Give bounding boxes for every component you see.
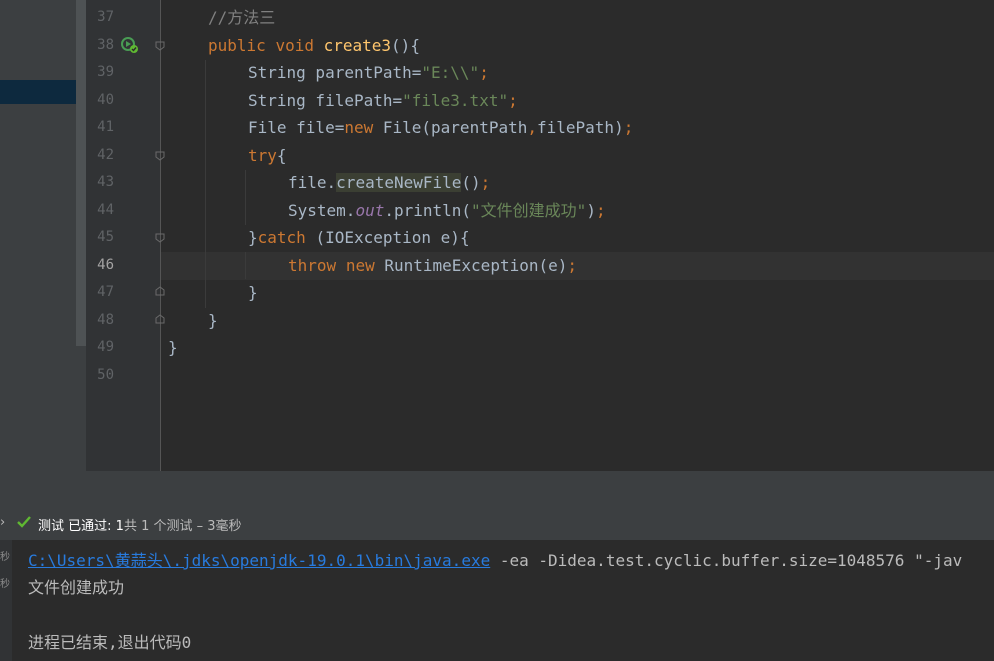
fold-collapse-icon[interactable] <box>155 41 165 51</box>
line-number: 40 <box>97 92 114 108</box>
line-number: 44 <box>97 202 114 218</box>
java-exe-link[interactable]: C:\Users\黄蒜头\.jdks\openjdk-19.0.1\bin\ja… <box>28 551 490 570</box>
console-command-line: C:\Users\黄蒜头\.jdks\openjdk-19.0.1\bin\ja… <box>28 551 963 570</box>
indent-guide <box>245 170 246 225</box>
line-number: 48 <box>97 312 114 328</box>
project-scrollbar[interactable] <box>76 0 86 346</box>
line-number: 39 <box>97 64 114 80</box>
code-line: } <box>248 283 258 302</box>
line-number: 46 <box>97 257 114 273</box>
code-line: try{ <box>248 146 287 165</box>
test-status-text: 测试 已通过: 1共 1 个测试 – 3毫秒 <box>38 519 242 534</box>
indent-guide <box>245 252 246 279</box>
code-line: File file=new File(parentPath,filePath); <box>248 118 634 137</box>
code-line: } <box>168 338 178 357</box>
highlighted-usage: createNewFile <box>336 173 462 192</box>
indent-guide <box>205 60 206 308</box>
line-number: 38 <box>97 37 114 53</box>
fold-collapse-icon[interactable] <box>155 233 165 243</box>
code-line: throw new RuntimeException(e); <box>288 256 578 275</box>
checkmark-icon <box>17 516 31 528</box>
line-number: 49 <box>97 339 114 355</box>
code-line: } <box>208 311 218 330</box>
code-line: file.createNewFile(); <box>288 173 491 192</box>
line-number: 45 <box>97 229 114 245</box>
line-number: 47 <box>97 284 114 300</box>
code-line: //方法三 <box>208 8 276 27</box>
run-test-icon[interactable] <box>121 37 139 53</box>
console-side-marker: 秒 <box>0 552 10 563</box>
code-line: String filePath="file3.txt"; <box>248 91 518 110</box>
code-line: public void create3(){ <box>208 36 420 55</box>
fold-end-icon[interactable] <box>155 286 165 296</box>
project-tree-selected-row[interactable] <box>0 80 86 104</box>
line-number: 37 <box>97 9 114 25</box>
chevron-right-icon[interactable]: › <box>0 515 5 530</box>
code-line: System.out.println("文件创建成功"); <box>288 201 606 220</box>
fold-collapse-icon[interactable] <box>155 151 165 161</box>
console-output-line: 文件创建成功 <box>28 578 125 597</box>
current-line-highlight <box>161 252 994 280</box>
line-number: 50 <box>97 367 114 383</box>
project-tool-window <box>0 0 86 471</box>
line-number: 41 <box>97 119 114 135</box>
code-line: String parentPath="E:\\"; <box>248 63 489 82</box>
console-exit-line: 进程已结束,退出代码0 <box>28 633 192 652</box>
fold-end-icon[interactable] <box>155 314 165 324</box>
line-number: 42 <box>97 147 114 163</box>
console-side-marker: 秒 <box>0 579 10 590</box>
code-line: }catch (IOException e){ <box>248 228 470 247</box>
line-number: 43 <box>97 174 114 190</box>
